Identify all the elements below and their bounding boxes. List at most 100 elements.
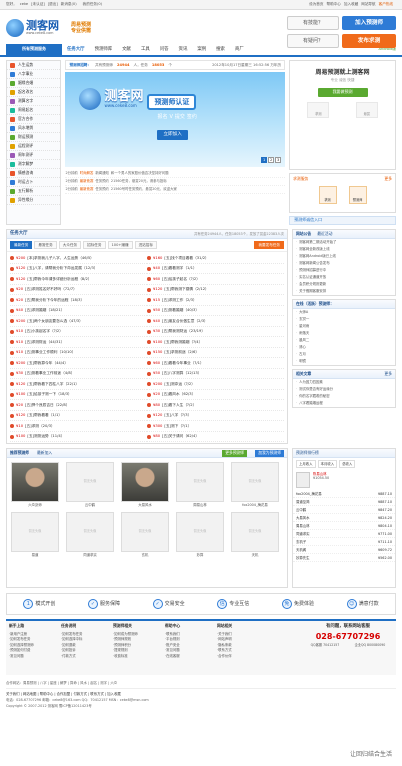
add-predictor-button[interactable]: 加我为预测师 (255, 450, 284, 457)
sidebar-item[interactable]: 测算名字 (7, 97, 61, 106)
footer-link[interactable]: ·收费标准 (113, 654, 161, 660)
sidebar-item[interactable]: 五行解析 (7, 187, 61, 196)
publish-request-button[interactable]: 发布求测 (342, 34, 396, 48)
footer-link[interactable]: ·付款方式 (61, 654, 109, 660)
task-title[interactable]: [五]关于请问（62/4） (162, 434, 199, 438)
task-row[interactable]: ¥300 [五]测下（?/1） (147, 421, 284, 432)
task-row[interactable]: ¥20 [五]择个良辰吉日（22/8） (10, 400, 147, 411)
announce-item[interactable]: 关于假期客服安排 (293, 288, 395, 295)
banner-join-button[interactable]: 立即加入 (157, 130, 188, 140)
predictor-card[interactable]: 暂无头像 妙算 (176, 512, 224, 558)
task-title[interactable]: [五]八字，请帮我分析下命运发展（12/3） (27, 266, 97, 270)
announce-item[interactable]: 实名认证通道开放 (293, 274, 395, 281)
ranking-row[interactable]: 妙算先生 ¥562.00 (293, 554, 395, 563)
sidebar-item[interactable]: 异性缘分 (7, 196, 61, 205)
task-title[interactable]: [五]帮我算今年（44/4） (27, 361, 68, 365)
ranking-tab[interactable]: 总收入 (339, 460, 356, 469)
task-title[interactable]: [五]看风水（62/3） (162, 392, 195, 396)
online-predictor[interactable]: 明镜 (293, 358, 395, 365)
ranking-row[interactable]: 云中鹤 ¥847.20 (293, 506, 395, 515)
announce-item[interactable]: 会员积分规则更新 (293, 281, 395, 288)
predictor-card[interactable]: 大易风水 (121, 462, 169, 508)
ranking-row[interactable]: 天机阁 ¥609.72 (293, 546, 395, 555)
news-item[interactable]: 2分钟前 时尚解答 新闻通知 和一个男人的家庭价值否决坚持好问题 (65, 170, 286, 178)
ranking-row[interactable]: 周易山林 ¥804.10 (293, 522, 395, 531)
topbar-left-item[interactable]: [未认证] (31, 2, 45, 6)
task-title[interactable]: [五]八字测算（12/13） (162, 371, 201, 375)
task-title[interactable]: [五]求测婚姻（18/21） (25, 308, 64, 312)
request-icon[interactable]: 求测 (307, 101, 330, 118)
ranking-row[interactable]: 玄机子 ¥711.10 (293, 538, 395, 547)
sidebar-item[interactable]: 官方合作 (7, 115, 61, 124)
announce-item[interactable]: 测客网新闻公告发布 (293, 260, 395, 267)
task-title[interactable]: [五]求测前途（2/6） (164, 350, 199, 354)
predictor-card[interactable]: 暂无头像 云中鹤 (66, 462, 114, 508)
task-title[interactable]: [五]帮我测下感情（2/12） (164, 287, 208, 291)
task-row[interactable]: ¥120 [五]帮我今年请多详细分析运程（8/2） (10, 274, 147, 285)
predictor-card[interactable]: 暂无头像 玄机 (121, 512, 169, 558)
task-title[interactable]: [五]测看婚姻（40/3） (162, 308, 199, 312)
task-row[interactable]: ¥10 [五]测事业工作顺利（10/10） (10, 348, 147, 359)
task-title[interactable]: [五]找个项目看看（31/2） (164, 256, 208, 260)
task-title[interactable]: [五]帮我测婚姻（?/4） (164, 340, 202, 344)
announce-item[interactable]: 测客网第二期活动开始了 (293, 239, 395, 246)
service-more-link[interactable]: 更多 (384, 176, 392, 182)
task-row[interactable]: ¥100 [五]帮我测婚姻（?/4） (147, 337, 284, 348)
predictor-card[interactable]: 六爻卦师 (11, 462, 59, 508)
announce-item[interactable]: 测客网Android版已上线 (293, 253, 395, 260)
footer-link[interactable]: ·常见问题 (9, 654, 57, 660)
publish-task-button[interactable]: 我要发布任务 (254, 241, 284, 250)
predictor-card[interactable]: 暂无头像 周易山林 (176, 462, 224, 508)
topbar-left-item[interactable]: [退出] (48, 2, 58, 6)
online-predictor[interactable]: 清心 (293, 344, 395, 351)
ranking-row[interactable]: 大易风水 ¥824.20 (293, 514, 395, 523)
task-row[interactable]: ¥60 [五]看看今年事业（?/1） (147, 358, 284, 369)
task-title[interactable]: [五]看看今年事业（?/1） (162, 361, 204, 365)
task-title[interactable]: [五]测命运（?/2） (164, 382, 195, 386)
task-row[interactable]: ¥15 [五]求测工作（2/3） (147, 295, 284, 306)
footer-link[interactable]: ·在线客服 (165, 654, 213, 660)
task-title[interactable]: [五]测事业工作顺利（10/10） (25, 350, 75, 354)
tab-activities[interactable]: 最近活动 (317, 231, 332, 237)
promo-banner[interactable]: 测客网 www.ceke8.com 预测师认证 报名 V 提交 签约 立即加入 123 (65, 72, 286, 167)
task-row[interactable]: ¥50 [五]测看婚姻（40/3） (147, 306, 284, 317)
news-item[interactable]: 2分钟前 最新竞赛 任务预约 21560号时任务预约，悬赏20元，欢迎大家 (65, 186, 286, 194)
sidebar-item[interactable]: 财运预测 (7, 133, 61, 142)
task-row[interactable]: ¥160 [五]找个项目看看（31/2） (147, 253, 284, 264)
online-predictor[interactable]: 古月 (293, 351, 395, 358)
task-title[interactable]: [五]求测工作（2/3） (162, 298, 197, 302)
more-predictors-button[interactable]: 更多预测师 (222, 450, 248, 457)
task-title[interactable]: [五]测下（?/1） (164, 424, 191, 428)
topbar-left-item[interactable]: 新消息(0) (61, 2, 77, 6)
task-tab[interactable]: 悬赏任务 (34, 241, 57, 250)
ranking-row[interactable]: 易道至简 ¥887.10 (293, 498, 395, 507)
predictor-card[interactable]: 暂无头像 fox2004_梅花易 (231, 462, 279, 508)
sidebar-item[interactable]: 风水堪舆 (7, 124, 61, 133)
join-predictor-button[interactable]: 加入预测师 (342, 16, 396, 30)
service-request-tile[interactable]: 求测 (318, 185, 337, 204)
reward-icon[interactable]: 悬赏 (355, 101, 378, 118)
task-row[interactable]: ¥200 [五]帮我算今年（44/4） (10, 358, 147, 369)
task-row[interactable]: ¥40 [五]求测婚姻（18/21） (10, 306, 147, 317)
task-row[interactable]: ¥120 [五]八字，请帮我分析下命运发展（12/3） (10, 264, 147, 275)
task-row[interactable]: ¥30 [五]测看事业工作前途（4/8） (10, 369, 147, 380)
online-predictor[interactable]: 星河雨 (293, 323, 395, 330)
task-row[interactable]: ¥120 [五]帮我测下感情（2/12） (147, 285, 284, 296)
task-title[interactable]: [五]看看测字（1/1） (162, 266, 197, 270)
task-title[interactable]: [五]给孩子测一下（18/3） (27, 392, 71, 396)
task-row[interactable]: ¥10 [五]求测（20/3） (10, 421, 147, 432)
task-row[interactable]: ¥100 [五]给孩子测一下（18/3） (10, 390, 147, 401)
task-row[interactable]: ¥30 [五]帮我测财运（23/19） (147, 327, 284, 338)
task-tab[interactable]: 进站招标 (134, 241, 157, 250)
task-title[interactable]: [五]八字（?/3） (164, 413, 191, 417)
ranking-row[interactable]: fox2004_梅花易 ¥887.10 (293, 490, 395, 499)
sidebar-item[interactable]: 八字事业 (7, 70, 61, 79)
banner-page-dot[interactable]: 1 (261, 157, 268, 163)
task-row[interactable]: ¥10 [五]小孩起名字（?/2） (10, 327, 147, 338)
topbar-link[interactable]: 帮助中心 (327, 2, 341, 6)
related-article[interactable]: 测试你是否有好运缘分 (293, 386, 395, 393)
banner-page-dot[interactable]: 2 (268, 157, 275, 163)
ranking-tab[interactable]: 本月收入 (317, 460, 338, 469)
related-more-link[interactable]: 更多 (384, 371, 392, 377)
task-row[interactable]: ¥20 [五]看风水（62/3） (147, 390, 284, 401)
